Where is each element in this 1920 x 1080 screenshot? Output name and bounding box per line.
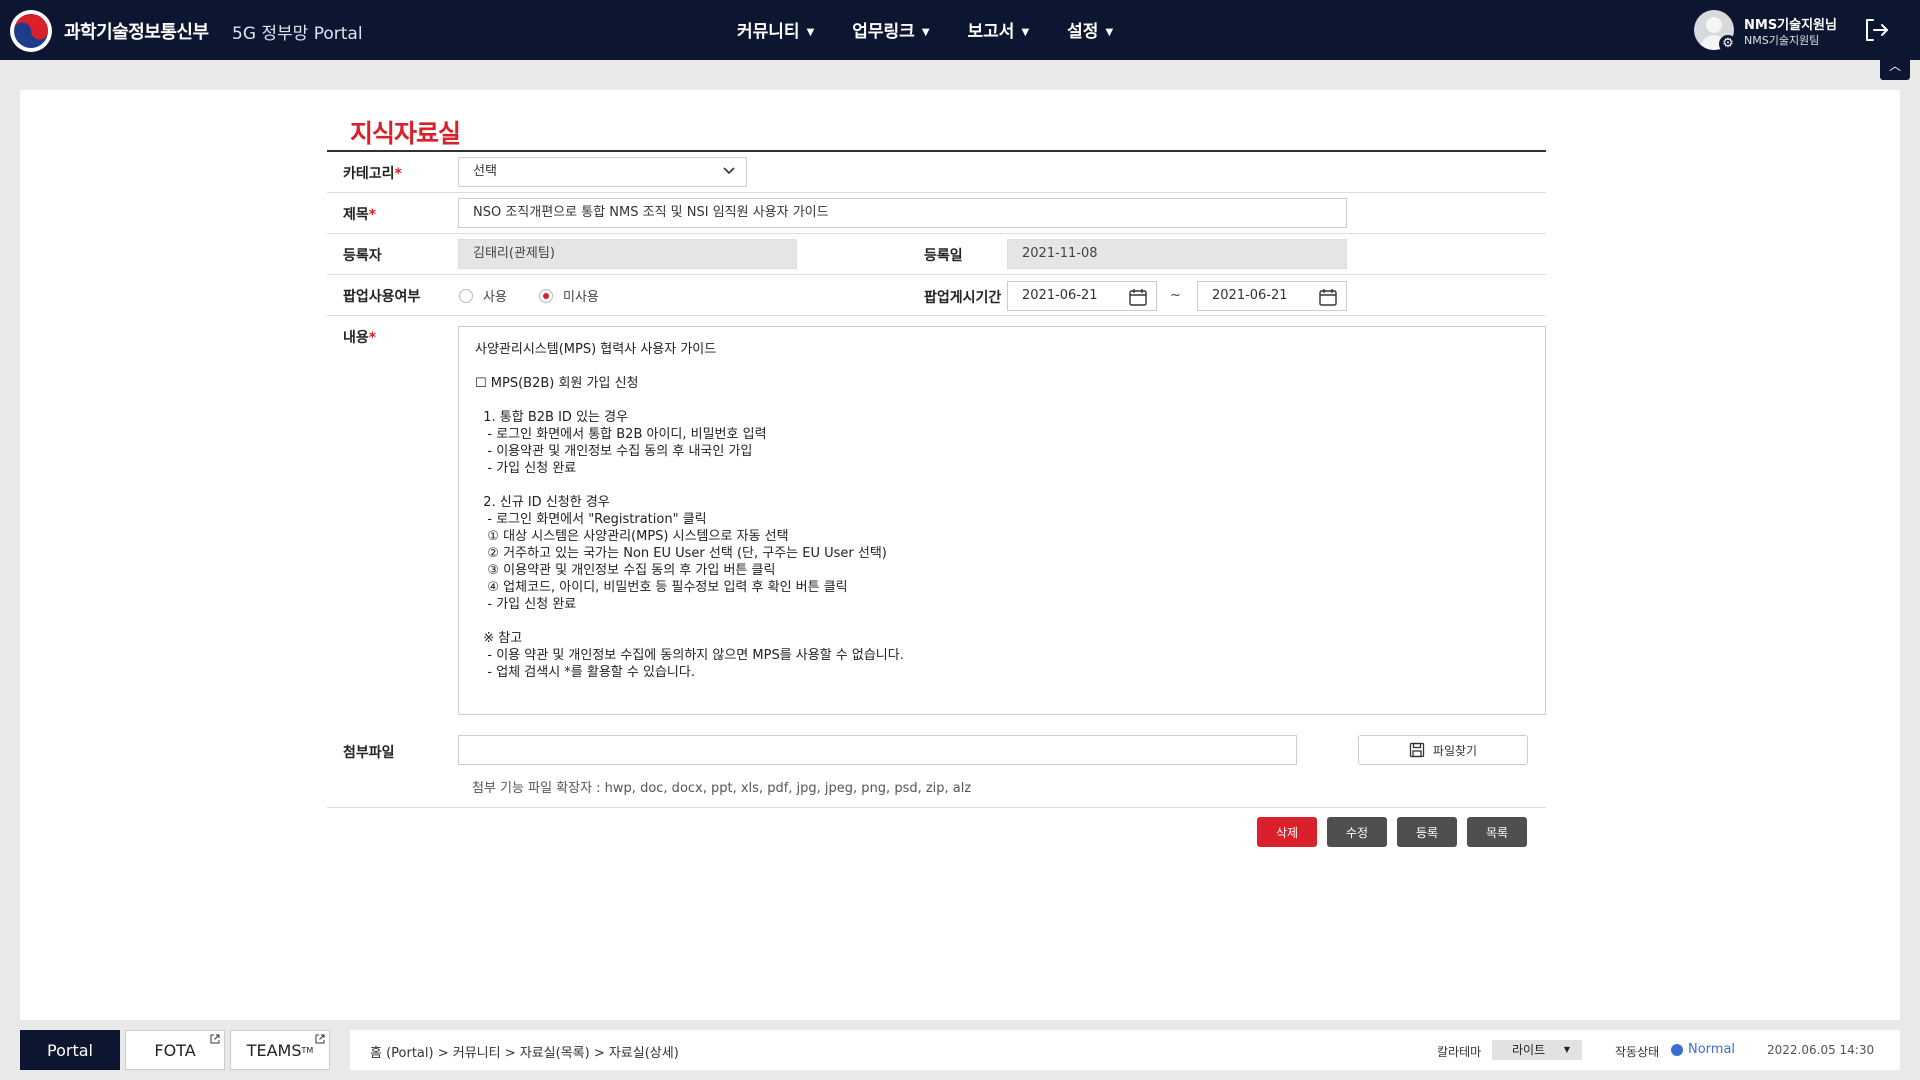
user-team: NMS기술지원팀 xyxy=(1744,34,1820,47)
datetime: 2022.06.05 14:30 xyxy=(1767,1043,1875,1057)
portal-name[interactable]: 5G 정부망 Portal xyxy=(232,19,363,44)
popup-nouse-radio[interactable]: 미사용 xyxy=(539,286,599,305)
theme-label: 칼라테마 xyxy=(1437,1045,1482,1059)
content-label: 내용* xyxy=(343,330,377,346)
period-end-input[interactable]: 2021-06-21 xyxy=(1197,281,1347,311)
subject-label: 제목* xyxy=(343,207,377,223)
author-label: 등록자 xyxy=(343,248,382,264)
period-label: 팝업게시기간 xyxy=(924,290,1002,306)
nav-community[interactable]: 커뮤니티 ▼ xyxy=(737,17,814,42)
top-header: 과학기술정보통신부 5G 정부망 Portal 커뮤니티 ▼ 업무링크 ▼ 보고서 ▼… xyxy=(0,0,1920,60)
period-separator: ~ xyxy=(1170,288,1181,303)
period-start-input[interactable]: 2021-06-21 xyxy=(1007,281,1157,311)
content-textarea[interactable]: 사양관리시스템(MPS) 협력사 사용자 가이드 ☐ MPS(B2B) 회원 가… xyxy=(458,326,1546,715)
chevron-up-icon[interactable]: ︿ xyxy=(1880,52,1910,80)
caret-down-icon: ▼ xyxy=(921,27,930,38)
subject-input[interactable]: NSO 조직개편으로 통합 NMS 조직 및 NSI 임직원 사용자 가이드 xyxy=(458,198,1347,228)
external-link-icon xyxy=(210,1034,220,1044)
theme-select[interactable]: 라이트 ▼ xyxy=(1492,1040,1582,1060)
content-card: 지식자료실 카테고리* 선택 제목* NSO 조직개편으로 통합 NMS 조직 … xyxy=(20,90,1900,1020)
settings-gear-icon[interactable]: ⚙ xyxy=(1719,35,1737,53)
title-divider xyxy=(327,150,1546,152)
nav-reports[interactable]: 보고서 ▼ xyxy=(968,17,1030,42)
file-browse-button[interactable]: 파일찾기 xyxy=(1358,735,1528,765)
breadcrumb[interactable]: 홈 (Portal) > 커뮤니티 > 자료실(목록) > 자료실(상세) xyxy=(370,1042,679,1061)
footer-status-bar: 홈 (Portal) > 커뮤니티 > 자료실(목록) > 자료실(상세) 칼라… xyxy=(350,1030,1900,1070)
status-label: 작동상태 xyxy=(1615,1045,1660,1059)
file-extension-note: 첨부 기능 파일 확장자 : hwp, doc, docx, ppt, xls,… xyxy=(472,781,972,796)
calendar-icon[interactable] xyxy=(1128,287,1148,307)
radio-button-checked[interactable] xyxy=(539,288,553,303)
category-label: 카테고리* xyxy=(343,166,402,182)
popup-use-radio[interactable]: 사용 xyxy=(459,286,507,305)
org-name[interactable]: 과학기술정보통신부 xyxy=(64,18,209,44)
nav-settings[interactable]: 설정 ▼ xyxy=(1067,17,1113,42)
status-value: Normal xyxy=(1688,1042,1736,1057)
caret-down-icon: ▼ xyxy=(1105,27,1114,38)
caret-down-icon: ▼ xyxy=(1563,1045,1570,1054)
caret-down-icon: ▼ xyxy=(1021,27,1030,38)
footer-tab-teams[interactable]: TEAMS TM xyxy=(230,1030,330,1070)
gov-emblem-icon[interactable] xyxy=(10,10,52,52)
reg-date-label: 등록일 xyxy=(924,248,963,264)
external-link-icon xyxy=(315,1034,325,1044)
status-indicator xyxy=(1671,1044,1683,1056)
author-field: 김태리(관제팀) xyxy=(458,239,797,269)
caret-down-icon: ▼ xyxy=(806,27,815,38)
logout-icon[interactable] xyxy=(1862,16,1890,44)
file-input[interactable] xyxy=(458,735,1297,765)
footer-tab-fota[interactable]: FOTA xyxy=(125,1030,225,1070)
main-nav: 커뮤니티 ▼ 업무링크 ▼ 보고서 ▼ 설정 ▼ xyxy=(737,17,1151,42)
page-title: 지식자료실 xyxy=(350,119,461,148)
nav-work-links[interactable]: 업무링크 ▼ xyxy=(852,17,929,42)
popup-label: 팝업사용여부 xyxy=(343,289,421,305)
delete-button[interactable]: 삭제 xyxy=(1257,817,1317,847)
radio-button[interactable] xyxy=(459,288,473,303)
list-button[interactable]: 목록 xyxy=(1467,817,1527,847)
register-button[interactable]: 등록 xyxy=(1397,817,1457,847)
chevron-down-icon xyxy=(723,167,735,175)
user-name: NMS기술지원님 xyxy=(1744,18,1837,33)
attachment-label: 첨부파일 xyxy=(343,745,395,761)
calendar-icon[interactable] xyxy=(1318,287,1338,307)
save-file-icon xyxy=(1409,742,1425,758)
reg-date-field: 2021-11-08 xyxy=(1007,239,1347,269)
edit-button[interactable]: 수정 xyxy=(1327,817,1387,847)
category-select[interactable]: 선택 xyxy=(458,157,747,187)
footer-tab-portal[interactable]: Portal xyxy=(20,1030,120,1070)
